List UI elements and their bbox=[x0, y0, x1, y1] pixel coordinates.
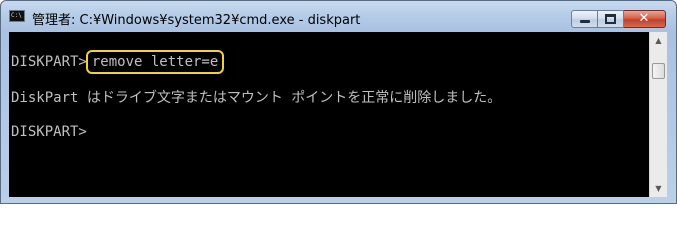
close-button[interactable]: ✕ bbox=[624, 10, 666, 28]
maximize-button[interactable] bbox=[598, 10, 624, 28]
console-prompt: DISKPART> bbox=[11, 54, 87, 70]
console-output[interactable]: DISKPART> remove letter=e DiskPart はドライブ文… bbox=[9, 32, 649, 197]
maximize-icon bbox=[605, 14, 616, 24]
vertical-scrollbar[interactable]: ▲ ▼ bbox=[649, 32, 667, 197]
scroll-up-arrow-icon[interactable]: ▲ bbox=[650, 32, 667, 49]
window-title: 管理者: C:¥Windows¥system32¥cmd.exe - diskp… bbox=[32, 13, 361, 28]
scroll-down-arrow-icon[interactable]: ▼ bbox=[650, 180, 667, 197]
app-icon-label: C:\ bbox=[11, 12, 22, 19]
console-prompt: DISKPART> bbox=[11, 124, 87, 140]
minimize-button[interactable] bbox=[571, 10, 598, 28]
cmd-window: C:\ 管理者: C:¥Windows¥system32¥cmd.exe - d… bbox=[0, 0, 677, 204]
console-line-prompt: DISKPART> bbox=[11, 123, 87, 141]
minimize-icon bbox=[580, 20, 590, 23]
title-bar[interactable]: C:\ 管理者: C:¥Windows¥system32¥cmd.exe - d… bbox=[1, 1, 676, 31]
highlighted-command: remove letter=e bbox=[85, 50, 225, 74]
console-line-result: DiskPart はドライブ文字またはマウント ポイントを正常に削除しました。 bbox=[11, 90, 502, 106]
close-icon: ✕ bbox=[638, 11, 650, 26]
console-line-command: DISKPART> remove letter=e bbox=[11, 50, 225, 74]
cmd-app-icon[interactable]: C:\ bbox=[9, 10, 25, 22]
scroll-thumb[interactable] bbox=[652, 63, 665, 79]
